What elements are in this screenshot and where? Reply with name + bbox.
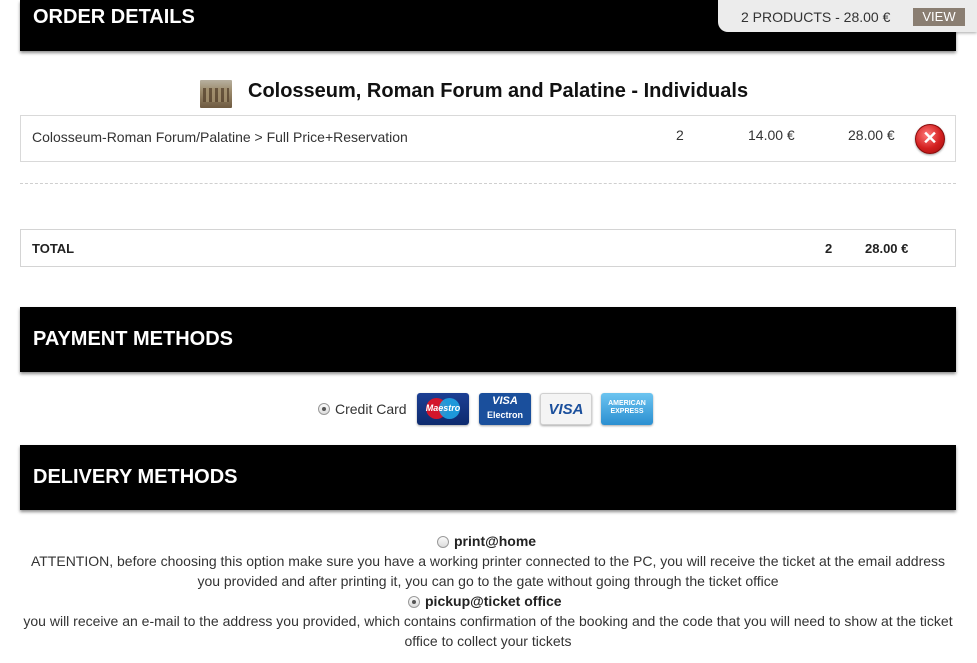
view-cart-button[interactable]: VIEW bbox=[913, 8, 965, 26]
total-label: TOTAL bbox=[32, 241, 75, 256]
print-home-description: ATTENTION, before choosing this option m… bbox=[30, 553, 946, 589]
payment-methods-title: PAYMENT METHODS bbox=[33, 328, 234, 350]
credit-card-label[interactable]: Credit Card bbox=[335, 401, 407, 417]
total-quantity: 2 bbox=[825, 241, 833, 256]
pickup-ticket-office-label[interactable]: pickup@ticket office bbox=[425, 593, 562, 609]
line-item-unit-price: 14.00 € bbox=[748, 127, 795, 143]
product-title: Colosseum, Roman Forum and Palatine - In… bbox=[248, 80, 749, 102]
amex-card-text: AMERICAN EXPRESS bbox=[608, 400, 646, 415]
divider bbox=[20, 183, 956, 184]
line-item-quantity: 2 bbox=[676, 127, 684, 143]
american-express-card-icon: AMERICAN EXPRESS bbox=[601, 393, 653, 425]
product-thumbnail bbox=[200, 80, 232, 108]
maestro-card-icon: Maestro bbox=[417, 393, 469, 425]
visa-card-icon: VISA bbox=[540, 393, 592, 425]
cart-summary-text: 2 PRODUCTS - 28.00 € bbox=[741, 9, 891, 25]
pickup-ticket-office-radio[interactable] bbox=[408, 596, 420, 608]
line-item-total: 28.00 € bbox=[848, 127, 895, 143]
pickup-ticket-office-description: you will receive an e-mail to the addres… bbox=[23, 613, 953, 649]
visa-electron-card-icon: VISA Electron bbox=[479, 393, 531, 425]
order-line-item: Colosseum-Roman Forum/Palatine > Full Pr… bbox=[20, 115, 956, 162]
cart-summary-bar: 2 PRODUCTS - 28.00 € VIEW bbox=[718, 0, 977, 32]
total-amount: 28.00 € bbox=[865, 241, 909, 256]
payment-methods-header: PAYMENT METHODS bbox=[20, 307, 956, 372]
visa-electron-text-bottom: Electron bbox=[486, 410, 523, 420]
delivery-methods-title: DELIVERY METHODS bbox=[33, 466, 238, 488]
visa-card-text: VISA bbox=[548, 401, 584, 418]
print-home-radio[interactable] bbox=[437, 536, 449, 548]
credit-card-radio[interactable] bbox=[318, 403, 330, 415]
visa-electron-text-top: VISA bbox=[492, 395, 518, 407]
maestro-card-text: Maestro bbox=[425, 403, 461, 413]
print-home-label[interactable]: print@home bbox=[454, 533, 536, 549]
delivery-methods-header: DELIVERY METHODS bbox=[20, 445, 956, 510]
remove-item-icon[interactable]: ✕ bbox=[915, 124, 945, 154]
order-total-row: TOTAL 2 28.00 € bbox=[20, 229, 956, 267]
order-details-title: ORDER DETAILS bbox=[33, 6, 195, 28]
line-item-description: Colosseum-Roman Forum/Palatine > Full Pr… bbox=[32, 129, 408, 145]
